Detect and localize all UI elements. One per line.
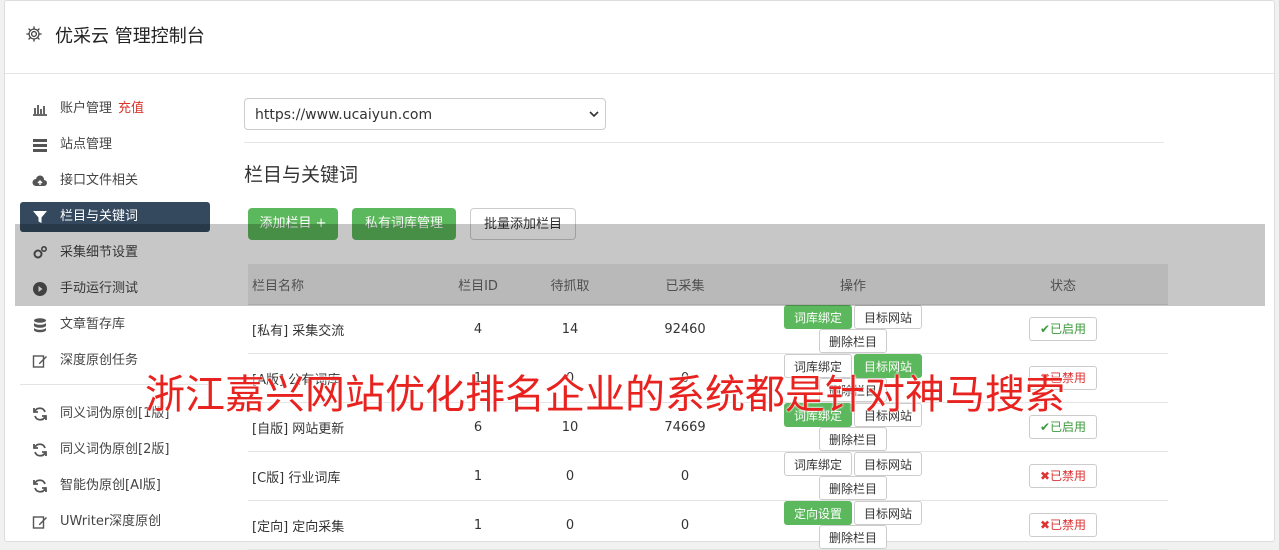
sidebar-item-label: 接口文件相关 [60, 173, 139, 188]
sidebar-item-synonym-v2[interactable]: 同义词伪原创[2版] [20, 435, 210, 465]
table-row: [C版] 行业词库 1 0 0 词库绑定 目标网站删除栏目 ✖已禁用 [248, 451, 1168, 501]
status-toggle[interactable]: ✖已禁用 [1028, 464, 1098, 488]
sidebar-item-label: 站点管理 [60, 137, 113, 152]
check-icon: ✔ [1039, 420, 1051, 434]
sidebar-item-label: 账户管理 [60, 101, 113, 116]
status-label: 已启用 [1050, 420, 1087, 434]
bind-lexicon-button[interactable]: 词库绑定 [783, 452, 852, 476]
bind-lexicon-button[interactable]: 词库绑定 [783, 305, 852, 329]
database-icon [34, 318, 46, 333]
status-cell: ✖已禁用 [958, 451, 1168, 501]
column-name: 定向采集 [292, 519, 345, 535]
column-tag: [自版] [252, 421, 289, 437]
refresh-icon [33, 479, 47, 493]
column-id-cell: 1 [438, 500, 518, 550]
target-site-button[interactable]: 目标网站 [854, 452, 923, 476]
column-id-cell: 1 [438, 451, 518, 501]
pending-cell: 0 [518, 500, 622, 550]
cloud-upload-icon [32, 175, 47, 186]
recharge-link[interactable]: 充值 [118, 101, 144, 116]
status-label: 已启用 [1050, 322, 1087, 336]
page-title: 优采云 管理控制台 [55, 26, 205, 47]
sidebar-item-label: 文章暂存库 [60, 317, 126, 332]
page-header: 优采云 管理控制台 [5, 1, 1274, 74]
filter-icon [33, 211, 47, 223]
sidebar-item-label: UWriter深度原创 [60, 514, 162, 529]
sidebar-item-sites[interactable]: 站点管理 [20, 130, 210, 160]
refresh-icon [33, 407, 47, 421]
gear-icon [26, 26, 42, 42]
delete-column-button[interactable]: 删除栏目 [818, 329, 887, 353]
sidebar-item-uwriter[interactable]: UWriter深度原创 [20, 507, 210, 537]
status-cell: ✔已启用 [958, 304, 1168, 354]
sidebar-item-label: 智能伪原创[AI版] [60, 478, 161, 493]
column-name-cell[interactable]: [私有] 采集交流 [248, 304, 438, 354]
server-icon [33, 139, 47, 152]
column-name-cell[interactable]: [定向] 定向采集 [248, 500, 438, 550]
divider [244, 142, 1164, 143]
close-icon: ✖ [1039, 469, 1051, 483]
sidebar-item-ai-original[interactable]: 智能伪原创[AI版] [20, 471, 210, 501]
site-select-value: https://www.ucaiyun.com [255, 107, 433, 123]
collected-cell: 0 [622, 451, 748, 501]
actions-cell: 词库绑定 目标网站删除栏目 [748, 304, 958, 354]
check-icon: ✔ [1039, 322, 1051, 336]
sidebar-nav: 账户管理 充值 站点管理 接口文件相关 栏目与关键词 采集细节设置 手动运行测试 … [20, 94, 210, 543]
sidebar-item-article-store[interactable]: 文章暂存库 [20, 310, 210, 340]
bar-chart-icon [33, 105, 47, 116]
column-id-cell: 4 [438, 304, 518, 354]
sidebar-item-interface[interactable]: 接口文件相关 [20, 166, 210, 196]
column-tag: [C版] [252, 470, 285, 486]
actions-cell: 词库绑定 目标网站删除栏目 [748, 451, 958, 501]
pending-cell: 0 [518, 451, 622, 501]
collected-cell: 92460 [622, 304, 748, 354]
sidebar-item-label: 同义词伪原创[2版] [60, 442, 170, 457]
actions-cell: 定向设置 目标网站删除栏目 [748, 500, 958, 550]
site-select[interactable]: https://www.ucaiyun.com [244, 98, 606, 130]
collected-cell: 0 [622, 500, 748, 550]
delete-column-button[interactable]: 删除栏目 [818, 427, 887, 451]
pending-cell: 14 [518, 304, 622, 354]
edit-icon [32, 516, 47, 529]
status-toggle[interactable]: ✔已启用 [1028, 317, 1098, 341]
sidebar-item-label: 深度原创任务 [60, 353, 139, 368]
status-toggle[interactable]: ✖已禁用 [1028, 513, 1098, 537]
chevron-down-icon [589, 111, 599, 118]
gray-overlay-band [15, 224, 1265, 306]
column-tag: [定向] [252, 519, 289, 535]
watermark-caption: 浙江嘉兴网站优化排名企业的系统都是针对神马搜索 [145, 372, 1065, 418]
delete-column-button[interactable]: 删除栏目 [818, 525, 887, 549]
status-cell: ✖已禁用 [958, 500, 1168, 550]
delete-column-button[interactable]: 删除栏目 [818, 476, 887, 500]
target-site-button[interactable]: 目标网站 [854, 501, 923, 525]
table-row: [定向] 定向采集 1 0 0 定向设置 目标网站删除栏目 ✖已禁用 [248, 500, 1168, 550]
section-title: 栏目与关键词 [244, 164, 359, 186]
column-tag: [私有] [252, 323, 289, 339]
refresh-icon [33, 443, 47, 457]
column-name: 网站更新 [292, 421, 345, 437]
column-name: 行业词库 [288, 470, 341, 486]
edit-icon [32, 355, 47, 368]
table-row: [私有] 采集交流 4 14 92460 词库绑定 目标网站删除栏目 ✔已启用 [248, 304, 1168, 354]
sidebar-item-account[interactable]: 账户管理 充值 [20, 94, 210, 124]
target-site-button[interactable]: 目标网站 [854, 305, 923, 329]
column-name: 采集交流 [292, 323, 345, 339]
directed-settings-button[interactable]: 定向设置 [783, 501, 852, 525]
column-name-cell[interactable]: [C版] 行业词库 [248, 451, 438, 501]
status-label: 已禁用 [1050, 469, 1087, 483]
